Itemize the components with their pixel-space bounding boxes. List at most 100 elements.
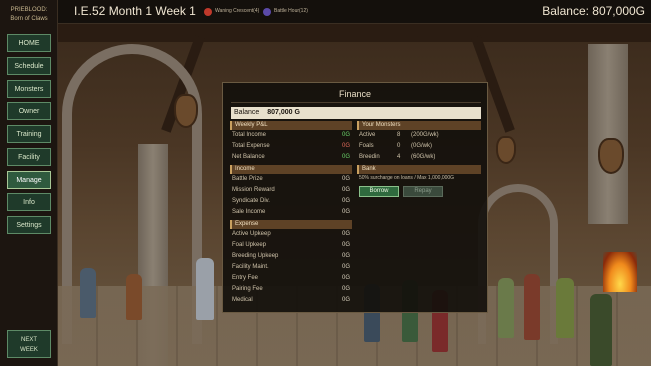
npc-figure [498, 278, 514, 338]
moon-phase-label: Waning Crescent(4) [215, 8, 260, 14]
sidebar-item-training[interactable]: Training [7, 125, 51, 143]
row-label: Foals [359, 143, 374, 149]
battle-prize-row: Battle Prize 0G [232, 174, 350, 184]
row-label: Facility Maint. [232, 264, 269, 270]
trophy-head-icon [598, 138, 624, 174]
npc-figure [126, 274, 142, 320]
medical-row: Medical 0G [232, 295, 350, 305]
row-label: Mission Reward [232, 187, 275, 193]
row-value: 0G [341, 242, 350, 248]
your-monsters-header: Your Monsters [357, 121, 481, 130]
weekly-pl-header: Weekly P&L [230, 121, 352, 130]
monster-foals-row: Foals 0 (0G/wk) [359, 141, 481, 151]
total-income-row: Total Income 0G [232, 130, 350, 140]
row-label: Medical [232, 297, 253, 303]
row-label: Foal Upkeep [232, 242, 267, 248]
row-label: Total Expense [232, 143, 270, 149]
bank-note: 50% surcharge on loans / Max 1,000,000G [359, 175, 455, 181]
foal-upkeep-row: Foal Upkeep 0G [232, 240, 350, 250]
entry-fee-row: Entry Fee 0G [232, 273, 350, 283]
bank-header: Bank [357, 165, 481, 174]
pairing-fee-row: Pairing Fee 0G [232, 284, 350, 294]
income-header: Income [230, 165, 352, 174]
moon-phase-icon [204, 8, 212, 16]
row-cost: (60G/wk) [411, 154, 436, 160]
expense-header: Expense [230, 220, 352, 229]
row-label: Total Income [232, 132, 267, 138]
next-week-button[interactable]: NEXT WEEK [7, 330, 51, 358]
npc-figure [590, 294, 612, 366]
balance-bar: Balance 807,000 G [231, 107, 481, 119]
active-upkeep-row: Active Upkeep 0G [232, 229, 350, 239]
row-label: Syndicate Div. [232, 198, 270, 204]
sidebar-item-manage[interactable]: Manage [7, 171, 51, 189]
dialog-title: Finance [338, 89, 372, 99]
top-balance: Balance: 807,000G [542, 4, 645, 18]
sale-income-row: Sale Income 0G [232, 207, 350, 217]
row-count: 8 [397, 132, 401, 138]
game-date: I.E.52 Month 1 Week 1 [74, 4, 196, 18]
title-divider [231, 102, 481, 103]
row-label: Entry Fee [232, 275, 259, 281]
row-label: Net Balance [232, 154, 265, 160]
row-label: Battle Prize [232, 176, 263, 182]
next-week-label-2: WEEK [20, 347, 38, 353]
balance-value: 807,000 G [267, 109, 300, 116]
npc-knight-figure [196, 258, 214, 320]
facility-maint-row: Facility Maint. 0G [232, 262, 350, 272]
row-value: 0G [341, 264, 350, 270]
row-value: 0G [341, 154, 350, 160]
sidebar-item-home[interactable]: HOME [7, 34, 51, 52]
row-cost: (0G/wk) [411, 143, 432, 149]
npc-figure [80, 268, 96, 318]
row-label: Pairing Fee [232, 286, 263, 292]
row-value: 0G [341, 143, 350, 149]
net-balance-row: Net Balance 0G [232, 152, 350, 162]
battle-hour-label: Battle Hour(12) [274, 8, 308, 14]
row-value: 0G [341, 209, 350, 215]
trophy-head-icon [174, 94, 198, 128]
top-bar: I.E.52 Month 1 Week 1 Waning Crescent(4)… [58, 0, 651, 24]
sidebar-item-schedule[interactable]: Schedule [7, 57, 51, 75]
npc-figure [524, 274, 540, 340]
row-value: 0G [341, 297, 350, 303]
row-value: 0G [341, 176, 350, 182]
logo-line-1: PRIEBLOOD: [10, 7, 48, 13]
next-week-label-1: NEXT [20, 337, 37, 343]
row-value: 0G [341, 231, 350, 237]
fireplace-icon [603, 252, 637, 292]
row-value: 0G [341, 286, 350, 292]
sidebar: PRIEBLOOD: Born of Claws HOME Schedule M… [0, 0, 58, 366]
row-label: Active Upkeep [232, 231, 271, 237]
row-value: 0G [341, 187, 350, 193]
sidebar-item-owner[interactable]: Owner [7, 102, 51, 120]
row-label: Sale Income [232, 209, 266, 215]
game-logo: PRIEBLOOD: Born of Claws [0, 6, 58, 24]
repay-button[interactable]: Repay [403, 186, 443, 197]
monster-breeding-row: Breedin 4 (60G/wk) [359, 152, 481, 162]
balance-label: Balance [234, 109, 260, 116]
total-expense-row: Total Expense 0G [232, 141, 350, 151]
sidebar-item-monsters[interactable]: Monsters [7, 80, 51, 98]
stone-pillar [588, 44, 628, 224]
row-label: Breeding Upkeep [232, 253, 279, 259]
row-value: 0G [341, 198, 350, 204]
row-value: 0G [341, 275, 350, 281]
mission-reward-row: Mission Reward 0G [232, 185, 350, 195]
monster-active-row: Active 8 (200G/wk) [359, 130, 481, 140]
sidebar-item-settings[interactable]: Settings [7, 216, 51, 234]
breeding-upkeep-row: Breeding Upkeep 0G [232, 251, 350, 261]
row-label: Active [359, 132, 376, 138]
npc-figure [556, 278, 574, 338]
sidebar-item-info[interactable]: Info [7, 193, 51, 211]
row-cost: (200G/wk) [411, 132, 439, 138]
battle-hour-icon [263, 8, 271, 16]
row-value: 0G [341, 132, 350, 138]
trophy-head-icon [496, 136, 516, 164]
row-count: 4 [397, 154, 401, 160]
syndicate-div-row: Syndicate Div. 0G [232, 196, 350, 206]
borrow-button[interactable]: Borrow [359, 186, 399, 197]
row-value: 0G [341, 253, 350, 259]
sidebar-item-facility[interactable]: Facility [7, 148, 51, 166]
row-label: Breedin [359, 154, 380, 160]
